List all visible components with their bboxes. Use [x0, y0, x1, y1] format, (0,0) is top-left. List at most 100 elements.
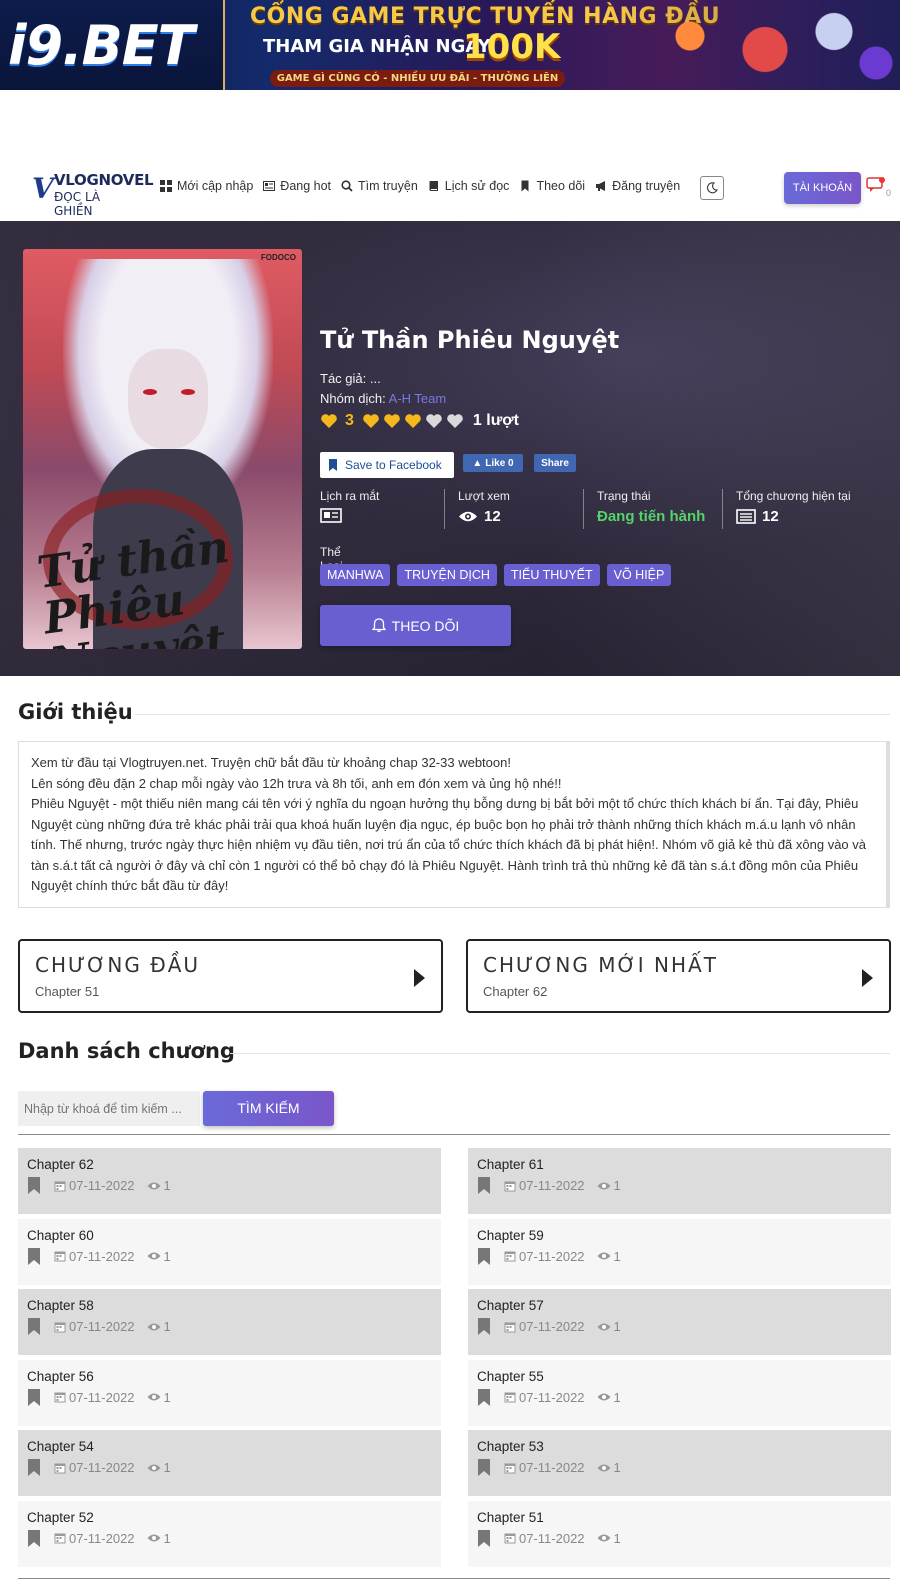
nav-item-search[interactable]: Tìm truyện — [341, 179, 418, 193]
banner-tagline: GAME GÌ CŨNG CÓ - NHIỀU ƯU ĐÃI - THƯỞNG … — [270, 70, 565, 87]
latest-chapter-name: Chapter 62 — [483, 984, 548, 999]
id-card-icon — [320, 508, 342, 523]
manga-title: Tử Thần Phiêu Nguyệt — [320, 326, 620, 354]
list-icon — [736, 509, 756, 524]
chapter-item[interactable]: Chapter 57 07-11-2022 1 — [468, 1289, 891, 1355]
chapter-name[interactable]: Chapter 54 — [27, 1439, 432, 1454]
chapter-name[interactable]: Chapter 60 — [27, 1228, 432, 1243]
rating-heart-1[interactable] — [362, 413, 380, 429]
rating: 3 1 lượt — [320, 412, 519, 430]
caret-right-icon — [414, 969, 425, 987]
chapter-name[interactable]: Chapter 51 — [477, 1510, 882, 1525]
bookmark-icon[interactable] — [27, 1247, 41, 1265]
manga-cover[interactable]: Tử thần Phiêu Nguyệt FODOCO — [23, 249, 302, 649]
chapter-date: 07-11-2022 — [69, 1460, 135, 1475]
chapter-search-button[interactable]: TÌM KIẾM — [203, 1091, 334, 1126]
genre-tag[interactable]: MANHWA — [320, 564, 391, 586]
chapter-item[interactable]: Chapter 62 07-11-2022 1 — [18, 1148, 441, 1214]
nav-item-new[interactable]: Mới cập nhập — [160, 179, 253, 193]
nav-item-label: Mới cập nhập — [177, 179, 254, 193]
genre-tag[interactable]: VÕ HIỆP — [606, 564, 672, 586]
chapter-item[interactable]: Chapter 55 07-11-2022 1 — [468, 1359, 891, 1426]
genre-tag[interactable]: TRUYỆN DỊCH — [397, 564, 497, 586]
chapter-item[interactable]: Chapter 58 07-11-2022 1 — [18, 1289, 441, 1355]
stat-value: 12 — [736, 508, 851, 525]
nav-item-history[interactable]: Lịch sử đọc — [428, 179, 510, 193]
facebook-like-button[interactable]: ▲ Like 0 — [463, 454, 523, 472]
rating-heart-5[interactable] — [446, 413, 464, 429]
calendar-icon — [54, 1181, 66, 1191]
chapter-name[interactable]: Chapter 52 — [27, 1510, 432, 1525]
chapter-item[interactable]: Chapter 56 07-11-2022 1 — [18, 1359, 441, 1426]
chapter-item[interactable]: Chapter 61 07-11-2022 1 — [468, 1148, 891, 1214]
chapter-name[interactable]: Chapter 58 — [27, 1298, 432, 1313]
ad-banner[interactable]: i9.BET CỔNG GAME TRỰC TUYẾN HÀNG ĐẦU THA… — [0, 0, 900, 90]
bookmark-icon[interactable] — [477, 1388, 491, 1406]
chapter-search-input[interactable] — [18, 1091, 200, 1126]
rating-score: 3 — [345, 412, 354, 429]
chapter-date: 07-11-2022 — [69, 1319, 135, 1334]
stat-divider — [583, 489, 584, 529]
bookmark-icon[interactable] — [477, 1177, 491, 1194]
facebook-share-button[interactable]: Share — [534, 454, 576, 472]
bookmark-icon[interactable] — [27, 1459, 41, 1476]
nav-item-follow[interactable]: Theo dõi — [519, 179, 585, 193]
search-icon — [341, 180, 353, 192]
nav-item-post[interactable]: Đăng truyện — [595, 179, 680, 193]
nav-item-label: Tìm truyện — [358, 179, 418, 193]
chapter-meta: 07-11-2022 1 — [27, 1318, 432, 1335]
calendar-icon — [54, 1533, 66, 1544]
chapter-meta: 07-11-2022 1 — [27, 1459, 432, 1476]
eye-icon — [597, 1464, 611, 1471]
chapter-name[interactable]: Chapter 57 — [477, 1298, 882, 1313]
nav-item-label: Lịch sử đọc — [444, 179, 510, 193]
chapter-item[interactable]: Chapter 52 07-11-2022 1 — [18, 1500, 441, 1567]
account-button[interactable]: TÀI KHOẢN — [784, 172, 861, 204]
chapter-name[interactable]: Chapter 62 — [27, 1157, 432, 1172]
chapter-item[interactable]: Chapter 59 07-11-2022 1 — [468, 1218, 891, 1285]
save-to-facebook-button[interactable]: Save to Facebook — [320, 452, 454, 478]
bookmark-icon[interactable] — [477, 1247, 491, 1265]
genre-tag[interactable]: TIỂU THUYẾT — [503, 564, 600, 586]
stat-chapters: Tổng chương hiện tại 12 — [736, 489, 851, 529]
chapter-item[interactable]: Chapter 60 07-11-2022 1 — [18, 1218, 441, 1285]
rating-heart-4[interactable] — [425, 413, 443, 429]
site-logo[interactable]: V VLOGNOVEL ĐỌC LÀ GHIỀN — [32, 170, 154, 218]
follow-button[interactable]: THEO DÕI — [320, 605, 511, 646]
chapter-name[interactable]: Chapter 55 — [477, 1369, 882, 1384]
chapter-name[interactable]: Chapter 61 — [477, 1157, 882, 1172]
chapter-views: 1 — [613, 1530, 621, 1546]
chapter-name[interactable]: Chapter 59 — [477, 1228, 882, 1243]
cover-eye-art — [143, 389, 157, 395]
rating-heart-2[interactable] — [383, 413, 401, 429]
bookmark-icon[interactable] — [477, 1459, 491, 1476]
first-chapter-button[interactable]: CHƯƠNG ĐẦU Chapter 51 — [18, 939, 443, 1013]
nav-item-hot[interactable]: Đang hot — [263, 179, 331, 193]
newspaper-icon — [263, 181, 276, 191]
rating-heart-3[interactable] — [404, 413, 422, 429]
chapter-name[interactable]: Chapter 53 — [477, 1439, 882, 1454]
chapter-date: 07-11-2022 — [69, 1178, 135, 1193]
notification-button[interactable]: 0 — [866, 176, 892, 200]
dark-mode-toggle[interactable] — [700, 176, 724, 200]
chapter-list-title: Danh sách chương — [18, 1039, 235, 1063]
bookmark-icon[interactable] — [27, 1529, 41, 1547]
list-bottom-divider — [18, 1578, 890, 1579]
bookmark-icon[interactable] — [477, 1529, 491, 1547]
chapter-date: 07-11-2022 — [519, 1319, 585, 1334]
chapter-meta: 07-11-2022 1 — [477, 1388, 882, 1406]
bookmark-icon[interactable] — [27, 1177, 41, 1194]
chapter-item[interactable]: Chapter 54 07-11-2022 1 — [18, 1430, 441, 1496]
bookmark-icon[interactable] — [27, 1388, 41, 1406]
chapter-meta: 07-11-2022 1 — [477, 1318, 882, 1335]
chapter-item[interactable]: Chapter 51 07-11-2022 1 — [468, 1500, 891, 1567]
nav-item-label: Đang hot — [280, 179, 332, 193]
bookmark-icon[interactable] — [477, 1318, 491, 1335]
group-link[interactable]: A-H Team — [389, 391, 447, 406]
chapter-item[interactable]: Chapter 53 07-11-2022 1 — [468, 1430, 891, 1496]
bookmark-icon[interactable] — [27, 1318, 41, 1335]
stat-label: Tổng chương hiện tại — [736, 489, 851, 503]
chapter-name[interactable]: Chapter 56 — [27, 1369, 432, 1384]
caret-right-icon — [862, 969, 873, 987]
latest-chapter-button[interactable]: CHƯƠNG MỚI NHẤT Chapter 62 — [466, 939, 891, 1013]
